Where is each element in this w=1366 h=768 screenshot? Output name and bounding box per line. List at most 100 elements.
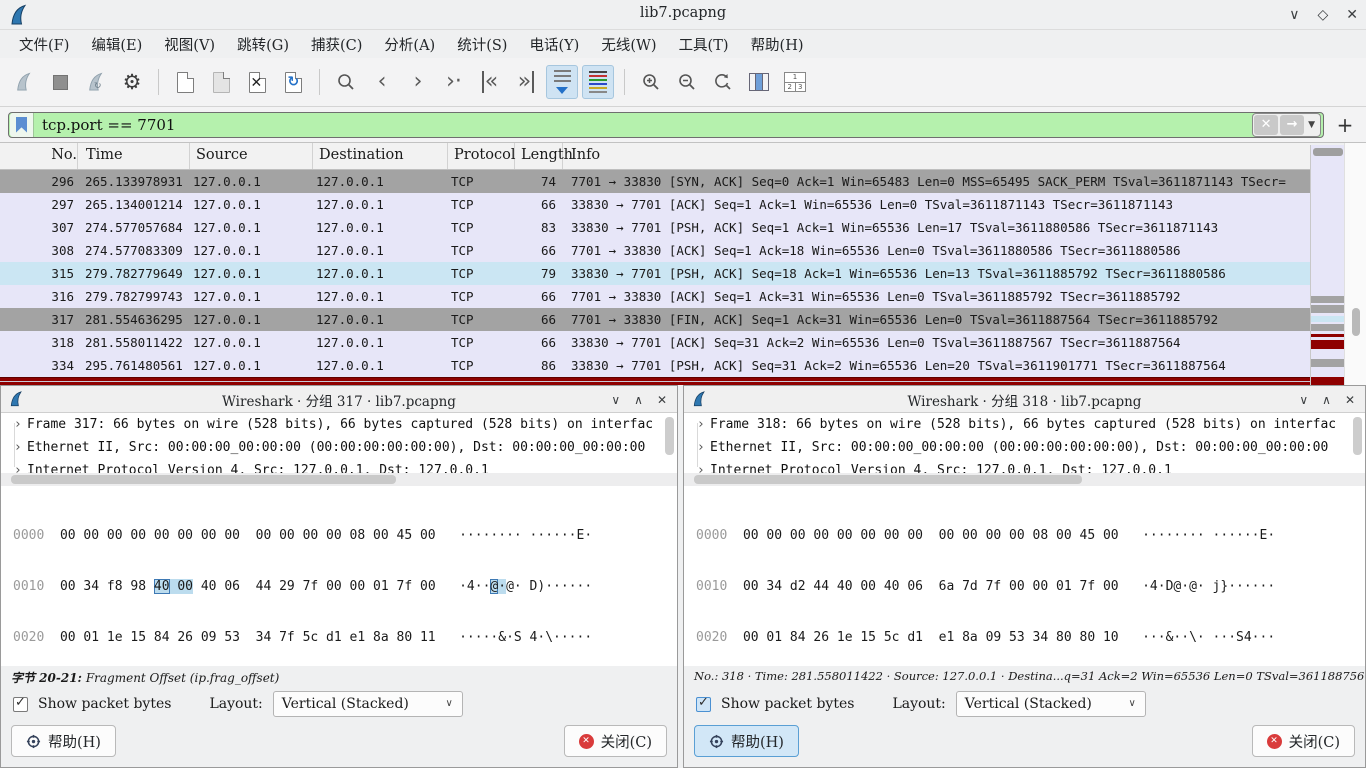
filter-bookmark-icon[interactable] <box>10 113 34 137</box>
column-header-source[interactable]: Source <box>190 143 313 169</box>
minimize-icon[interactable] <box>611 393 620 407</box>
zoom-out-icon[interactable] <box>671 65 703 99</box>
next-packet-icon[interactable]: › <box>402 65 434 99</box>
scrollbar-thumb[interactable] <box>694 475 1082 484</box>
reload-file-icon[interactable] <box>277 65 309 99</box>
tree-scrollbar-thumb[interactable] <box>665 417 674 455</box>
horizontal-scrollbar[interactable] <box>684 473 1365 486</box>
help-button[interactable]: 帮助(H) <box>694 725 799 757</box>
expander-icon[interactable]: › <box>692 436 710 459</box>
layout-select[interactable]: Vertical (Stacked)∨ <box>956 691 1146 717</box>
save-file-icon[interactable] <box>205 65 237 99</box>
show-packet-bytes-checkbox[interactable] <box>13 697 28 712</box>
hex-line[interactable]: 002000 01 84 26 1e 15 5c d1 e1 8a 09 53 … <box>696 629 1365 646</box>
restart-capture-icon[interactable]: ↻ <box>80 65 112 99</box>
scrollbar-thumb[interactable] <box>11 475 396 484</box>
goto-packet-icon[interactable]: ›· <box>438 65 470 99</box>
close-file-icon[interactable] <box>241 65 273 99</box>
table-row[interactable]: 316279.782799743127.0.0.1127.0.0.1TCP667… <box>0 285 1310 308</box>
column-header-time[interactable]: Time <box>78 143 190 169</box>
hex-line[interactable]: 000000 00 00 00 00 00 00 00 00 00 00 00 … <box>696 527 1365 544</box>
packet-list-scrollbar[interactable] <box>1344 143 1366 385</box>
find-packet-icon[interactable] <box>330 65 362 99</box>
resize-columns-icon[interactable] <box>743 65 775 99</box>
table-row[interactable]: 318281.558011422127.0.0.1127.0.0.1TCP663… <box>0 331 1310 354</box>
maximize-icon[interactable] <box>634 393 643 407</box>
menu-statistics[interactable]: 统计(S) <box>448 31 516 58</box>
menu-view[interactable]: 视图(V) <box>155 31 224 58</box>
menu-go[interactable]: 跳转(G) <box>228 31 298 58</box>
tree-item-frame[interactable]: ›Frame 318: 66 bytes on wire (528 bits),… <box>692 413 1365 436</box>
menu-edit[interactable]: 编辑(E) <box>82 31 151 58</box>
close-icon[interactable] <box>1346 7 1358 23</box>
column-header-info[interactable]: Info <box>563 143 1310 169</box>
table-row[interactable]: 297265.134001214127.0.0.1127.0.0.1TCP663… <box>0 193 1310 216</box>
minimize-icon[interactable] <box>1289 7 1299 23</box>
expander-icon[interactable]: › <box>9 459 27 473</box>
stop-capture-icon[interactable] <box>44 65 76 99</box>
expander-icon[interactable]: › <box>692 413 710 436</box>
close-icon[interactable] <box>1345 393 1355 407</box>
expander-icon[interactable]: › <box>9 436 27 459</box>
capture-options-icon[interactable]: ⚙ <box>116 65 148 99</box>
minimize-icon[interactable] <box>1299 393 1308 407</box>
hex-line[interactable]: 001000 34 f8 98 40 00 40 06 44 29 7f 00 … <box>13 578 677 595</box>
table-row[interactable]: 317281.554636295127.0.0.1127.0.0.1TCP667… <box>0 308 1310 331</box>
close-button[interactable]: ✕关闭(C) <box>1252 725 1355 757</box>
colorize-packets-icon[interactable] <box>582 65 614 99</box>
column-header-no[interactable]: No. <box>0 143 78 169</box>
packet-minimap[interactable] <box>1310 145 1344 385</box>
column-header-length[interactable]: Length <box>515 143 563 169</box>
filter-dropdown-icon[interactable]: ▼ <box>1306 120 1317 130</box>
last-packet-icon[interactable]: » <box>510 65 542 99</box>
show-packet-bytes-checkbox[interactable] <box>696 697 711 712</box>
maximize-icon[interactable] <box>1322 393 1331 407</box>
apply-filter-icon[interactable]: → <box>1280 115 1304 135</box>
display-filter-field[interactable]: ✕ → ▼ <box>8 112 1324 138</box>
menu-file[interactable]: 文件(F) <box>10 31 78 58</box>
menu-capture[interactable]: 捕获(C) <box>302 31 371 58</box>
expander-icon[interactable]: › <box>692 459 710 473</box>
table-row[interactable]: 334295.761480561127.0.0.1127.0.0.1TCP863… <box>0 354 1310 377</box>
column-header-destination[interactable]: Destination <box>313 143 448 169</box>
maximize-icon[interactable] <box>1317 7 1328 23</box>
hex-line[interactable]: 000000 00 00 00 00 00 00 00 00 00 00 00 … <box>13 527 677 544</box>
hex-dump[interactable]: 000000 00 00 00 00 00 00 00 00 00 00 00 … <box>684 486 1365 666</box>
start-capture-icon[interactable] <box>8 65 40 99</box>
add-filter-button[interactable]: + <box>1332 113 1358 137</box>
table-row[interactable]: 296265.133978931127.0.0.1127.0.0.1TCP747… <box>0 170 1310 193</box>
open-file-icon[interactable] <box>169 65 201 99</box>
tree-item-ip[interactable]: ›Internet Protocol Version 4, Src: 127.0… <box>9 459 677 473</box>
close-button[interactable]: ✕关闭(C) <box>564 725 667 757</box>
menu-telephony[interactable]: 电话(Y) <box>520 31 588 58</box>
hex-dump[interactable]: 000000 00 00 00 00 00 00 00 00 00 00 00 … <box>1 486 677 666</box>
expander-icon[interactable]: › <box>9 413 27 436</box>
hex-line[interactable]: 002000 01 1e 15 84 26 09 53 34 7f 5c d1 … <box>13 629 677 646</box>
layout-select[interactable]: Vertical (Stacked)∨ <box>273 691 463 717</box>
menu-tools[interactable]: 工具(T) <box>670 31 738 58</box>
hex-line[interactable]: 001000 34 d2 44 40 00 40 06 6a 7d 7f 00 … <box>696 578 1365 595</box>
tree-item-ethernet[interactable]: ›Ethernet II, Src: 00:00:00_00:00:00 (00… <box>692 436 1365 459</box>
first-packet-icon[interactable]: « <box>474 65 506 99</box>
help-button[interactable]: 帮助(H) <box>11 725 116 757</box>
menu-wireless[interactable]: 无线(W) <box>592 31 665 58</box>
tree-item-ethernet[interactable]: ›Ethernet II, Src: 00:00:00_00:00:00 (00… <box>9 436 677 459</box>
table-row-selected[interactable]: 315279.782779649127.0.0.1127.0.0.1TCP793… <box>0 262 1310 285</box>
horizontal-scrollbar[interactable] <box>1 473 677 486</box>
previous-packet-icon[interactable]: ‹ <box>366 65 398 99</box>
tree-item-ip[interactable]: ›Internet Protocol Version 4, Src: 127.0… <box>692 459 1365 473</box>
tree-scrollbar-thumb[interactable] <box>1353 417 1362 455</box>
tree-item-frame[interactable]: ›Frame 317: 66 bytes on wire (528 bits),… <box>9 413 677 436</box>
auto-scroll-icon[interactable] <box>546 65 578 99</box>
zoom-reset-icon[interactable] <box>707 65 739 99</box>
table-row[interactable]: 307274.577057684127.0.0.1127.0.0.1TCP833… <box>0 216 1310 239</box>
table-row[interactable]: 308274.577083309127.0.0.1127.0.0.1TCP667… <box>0 239 1310 262</box>
apply-column-layout-icon[interactable]: 123 <box>779 65 811 99</box>
close-icon[interactable] <box>657 393 667 407</box>
menu-help[interactable]: 帮助(H) <box>742 31 813 58</box>
clear-filter-icon[interactable]: ✕ <box>1254 115 1278 135</box>
display-filter-input[interactable] <box>34 116 1252 134</box>
scrollbar-thumb[interactable] <box>1352 308 1360 336</box>
column-header-protocol[interactable]: Protocol <box>448 143 515 169</box>
zoom-in-icon[interactable] <box>635 65 667 99</box>
